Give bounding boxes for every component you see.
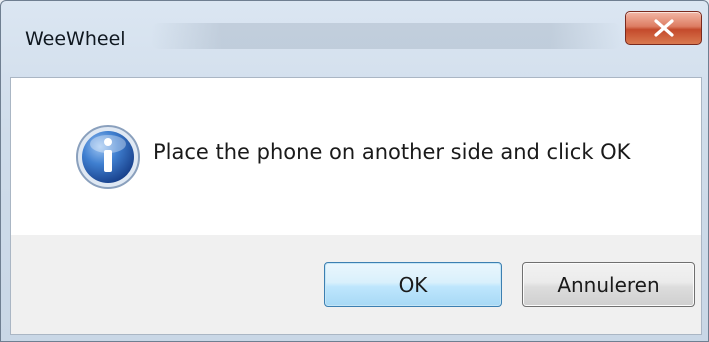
message-area: Place the phone on another side and clic… [10,77,702,236]
dialog-message: Place the phone on another side and clic… [153,140,631,164]
ok-button[interactable]: OK [324,262,502,307]
info-icon [76,125,140,189]
close-button[interactable] [625,11,702,45]
cancel-button[interactable]: Annuleren [522,262,695,307]
title-bar[interactable]: WeeWheel [1,1,708,77]
close-icon [654,19,674,37]
window-title: WeeWheel [25,28,126,50]
button-bar: OK Annuleren [10,235,702,335]
dialog-window: WeeWheel Place the phone on another side… [0,0,709,342]
background-blur [151,23,621,49]
